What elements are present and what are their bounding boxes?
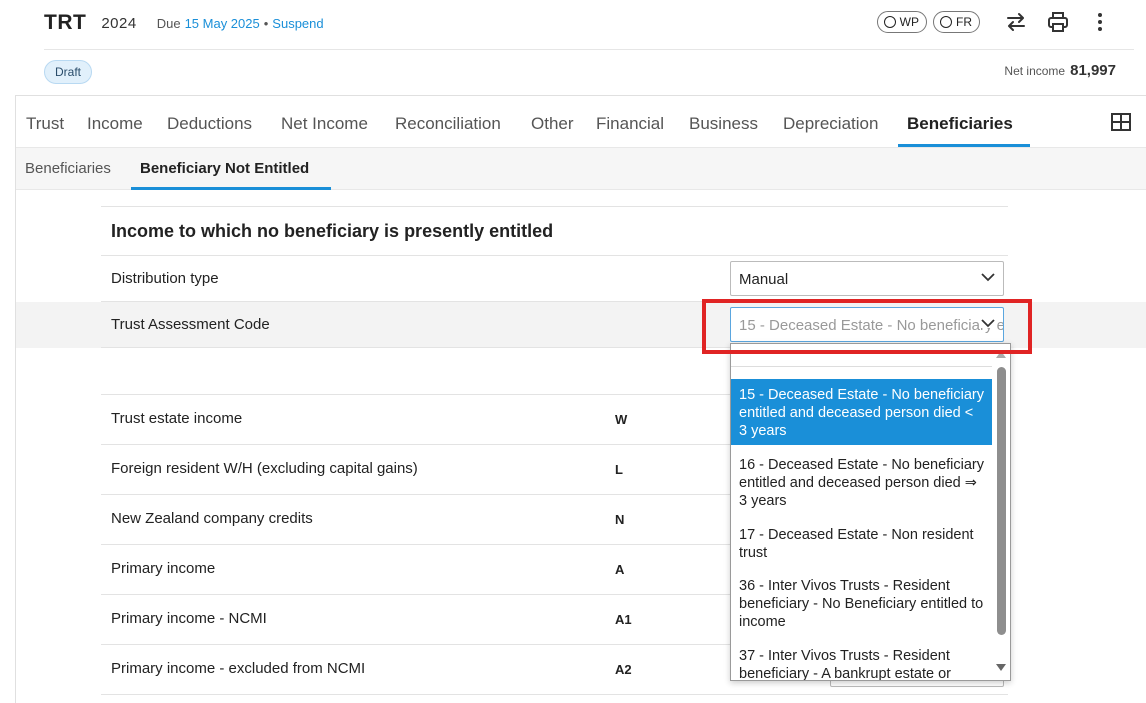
header-divider [44,49,1134,50]
header-title-row: TRT 2024 Due 15 May 2025 • Suspend [44,8,324,38]
tab-depreciation[interactable]: Depreciation [783,114,878,134]
tab-beneficiaries[interactable]: Beneficiaries [907,114,1013,134]
wp-toggle-button[interactable]: WP [876,11,927,33]
income-code: A1 [615,612,632,627]
dropdown-option[interactable]: 15 - Deceased Estate - No beneficiary en… [731,379,992,445]
fr-label: FR [956,15,972,29]
more-vertical-icon[interactable] [1088,10,1112,34]
income-code: A2 [615,662,632,677]
tab-reconciliation[interactable]: Reconciliation [395,114,501,134]
income-code: L [615,462,623,477]
net-income-summary: Net income 81,997 [1004,62,1116,79]
return-year: 2024 [101,14,137,32]
tab-deductions[interactable]: Deductions [167,114,252,134]
due-label: Due [156,15,181,31]
net-income-value: 81,997 [1070,62,1116,79]
main-tab-bar: Trust Income Deductions Net Income Recon… [16,96,1146,148]
scrollbar-thumb[interactable] [997,367,1006,635]
income-label: Trust estate income [111,410,243,427]
tab-net-income[interactable]: Net Income [281,114,368,134]
printer-icon[interactable] [1046,10,1070,34]
dropdown-divider [731,366,992,367]
net-income-label: Net income [1004,64,1066,78]
due-info: Due 15 May 2025 • Suspend [157,16,324,31]
scroll-up-arrow-icon[interactable] [996,350,1006,358]
sub-tab-bar: Beneficiaries Beneficiary Not Entitled [16,148,1146,190]
header-actions: WP FR [876,8,1112,36]
distribution-type-select[interactable]: Manual [730,261,1004,296]
suspend-link[interactable]: Suspend [272,16,323,31]
income-label: Foreign resident W/H (excluding capital … [111,460,418,477]
status-badge: Draft [44,60,93,84]
active-tab-indicator [898,144,1030,147]
wp-label: WP [899,15,919,29]
income-code: W [615,412,628,427]
tab-other[interactable]: Other [531,114,574,134]
tab-income[interactable]: Income [87,114,143,134]
dropdown-scrollbar[interactable] [992,344,1010,680]
income-label: New Zealand company credits [111,510,313,527]
chevron-down-icon [981,273,995,282]
tab-trust[interactable]: Trust [26,114,64,134]
dropdown-option[interactable]: 37 - Inter Vivos Trusts - Resident benef… [731,640,992,680]
return-type-code: TRT [44,11,87,34]
dropdown-option[interactable]: 17 - Deceased Estate - Non resident trus… [731,519,992,567]
trust-assessment-code-row: Trust Assessment Code 15 - Deceased Esta… [101,302,1008,348]
trust-assessment-code-dropdown: 15 - Deceased Estate - No beneficiary en… [730,343,1011,681]
trust-assessment-code-value: 15 - Deceased Estate - No beneficiary en… [739,317,1003,334]
income-label: Primary income [111,560,216,577]
separator-bullet: • [263,15,269,31]
fr-status-circle-icon [940,16,952,28]
wp-status-circle-icon [883,16,896,28]
subtab-beneficiaries[interactable]: Beneficiaries [25,160,111,177]
tab-business[interactable]: Business [689,114,758,134]
swap-arrows-icon[interactable] [1004,10,1028,34]
trust-assessment-code-select[interactable]: 15 - Deceased Estate - No beneficiary en… [730,307,1004,342]
chevron-down-icon [981,318,995,328]
grid-layout-icon[interactable] [1110,112,1132,132]
section-title: Income to which no beneficiary is presen… [101,206,1008,256]
income-label: Primary income - NCMI [111,610,267,627]
dropdown-option[interactable]: 36 - Inter Vivos Trusts - Resident benef… [731,570,992,636]
distribution-type-label: Distribution type [111,270,219,287]
page-header: TRT 2024 Due 15 May 2025 • Suspend WP FR Dr… [0,0,1146,95]
income-code: A [615,562,625,577]
distribution-type-row: Distribution type Manual [101,256,1008,302]
dropdown-option[interactable]: 16 - Deceased Estate - No beneficiary en… [731,449,992,515]
due-date-link[interactable]: 15 May 2025 [185,16,260,31]
distribution-type-value: Manual [739,271,789,288]
income-label: Primary income - excluded from NCMI [111,660,366,677]
active-subtab-indicator [131,187,331,190]
tab-financial[interactable]: Financial [596,114,664,134]
subtab-beneficiary-not-entitled[interactable]: Beneficiary Not Entitled [140,160,309,177]
trust-assessment-code-label: Trust Assessment Code [111,316,270,333]
income-code: N [615,512,625,527]
fr-toggle-button[interactable]: FR [933,11,980,33]
scroll-down-arrow-icon[interactable] [996,664,1006,672]
